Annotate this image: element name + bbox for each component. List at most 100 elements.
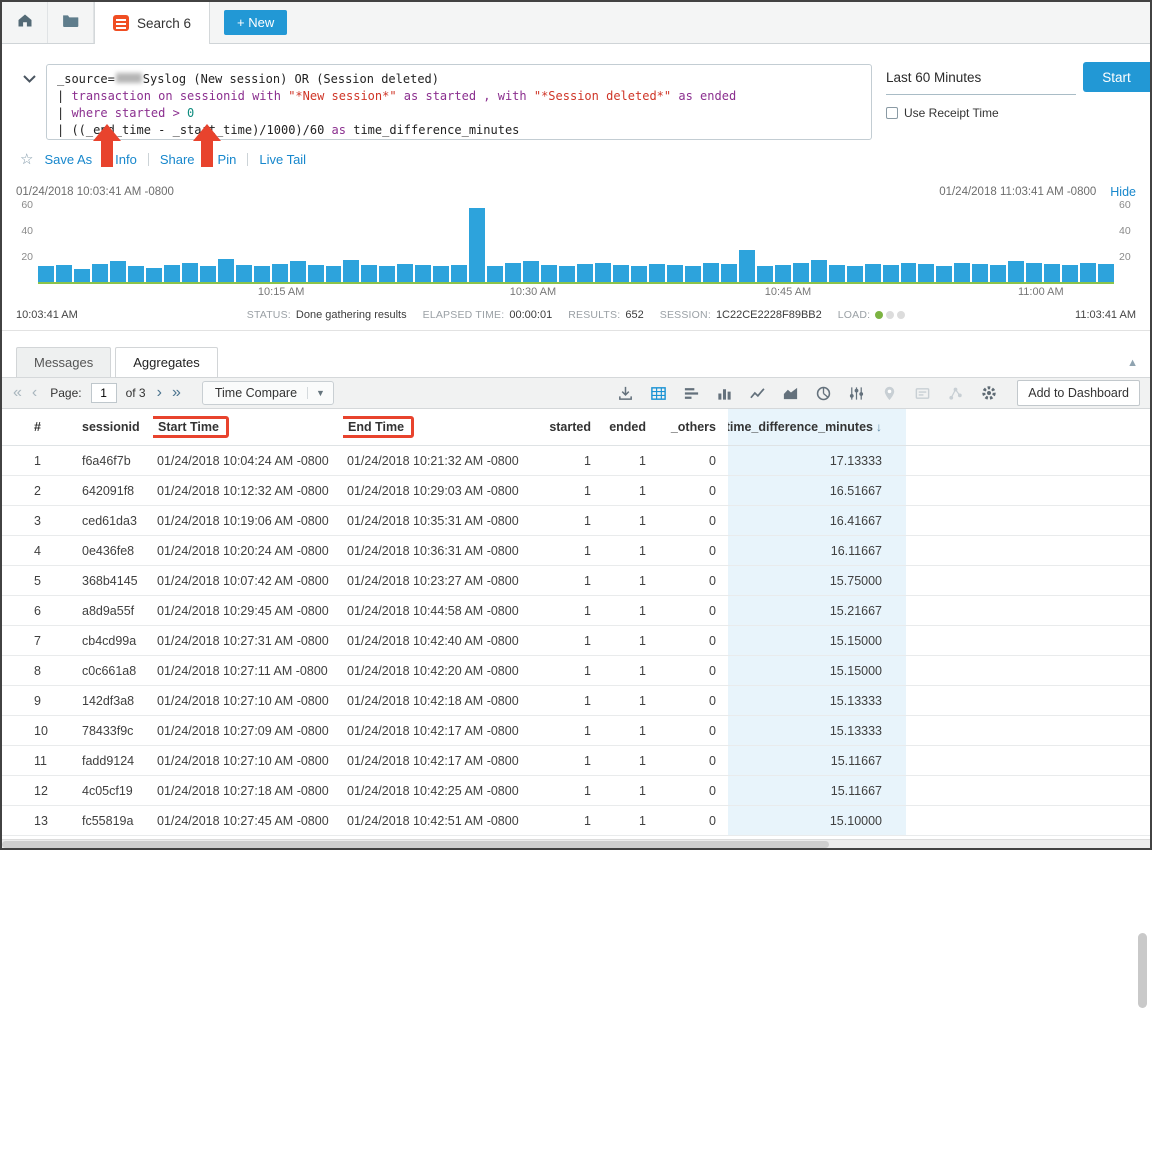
last-page-button[interactable]: » — [169, 385, 184, 401]
histogram-bar[interactable] — [164, 265, 180, 282]
table-row[interactable]: 2642091f801/24/2018 10:12:32 AM -080001/… — [2, 476, 1150, 506]
histogram-bar[interactable] — [1026, 263, 1042, 283]
histogram-bar[interactable] — [308, 265, 324, 282]
histogram-bar[interactable] — [326, 266, 342, 282]
histogram-bar[interactable] — [379, 266, 395, 282]
histogram-bar[interactable] — [487, 266, 503, 282]
save-as-link[interactable]: Save As — [44, 152, 92, 167]
histogram-bar[interactable] — [469, 208, 485, 282]
histogram-bar[interactable] — [56, 265, 72, 282]
table-row[interactable]: 1f6a46f7b01/24/2018 10:04:24 AM -080001/… — [2, 446, 1150, 476]
column-header-started[interactable]: started — [533, 420, 603, 434]
share-link[interactable]: Share — [160, 152, 195, 167]
histogram-bar[interactable] — [523, 261, 539, 282]
histogram-bar[interactable] — [703, 263, 719, 283]
histogram-bar[interactable] — [793, 263, 809, 283]
histogram-bar[interactable] — [847, 266, 863, 282]
histogram-bar[interactable] — [918, 264, 934, 282]
histogram-bar[interactable] — [200, 266, 216, 282]
histogram-bar[interactable] — [990, 265, 1006, 282]
column-header-start-time[interactable]: Start Time — [153, 416, 343, 438]
new-tab-button[interactable]: + New — [224, 10, 287, 35]
histogram-bar[interactable] — [541, 265, 557, 282]
table-row[interactable]: 8c0c661a801/24/2018 10:27:11 AM -080001/… — [2, 656, 1150, 686]
add-to-dashboard-button[interactable]: Add to Dashboard — [1017, 380, 1140, 406]
table-row[interactable]: 6a8d9a55f01/24/2018 10:29:45 AM -080001/… — [2, 596, 1150, 626]
histogram-bar[interactable] — [451, 265, 467, 282]
histogram-bar[interactable] — [865, 264, 881, 282]
collapse-panel-icon[interactable]: ▲ — [1127, 357, 1138, 369]
histogram-bar[interactable] — [613, 265, 629, 282]
histogram-bar[interactable] — [685, 266, 701, 282]
histogram-bar[interactable] — [559, 266, 575, 282]
histogram-chart[interactable]: 60 40 20 60 40 20 — [38, 204, 1114, 284]
histogram-bar[interactable] — [757, 266, 773, 282]
histogram-bar[interactable] — [721, 264, 737, 282]
horizontal-scrollbar[interactable] — [2, 839, 1150, 848]
start-search-button[interactable]: Start — [1083, 62, 1150, 92]
bar-rows-chart-icon[interactable] — [681, 383, 702, 404]
table-view-icon[interactable] — [648, 383, 669, 404]
table-row[interactable]: 124c05cf1901/24/2018 10:27:18 AM -080001… — [2, 776, 1150, 806]
page-input[interactable] — [91, 383, 117, 403]
search-query-input[interactable]: _source=Syslog (New session) OR (Session… — [46, 64, 872, 140]
histogram-bar[interactable] — [631, 266, 647, 282]
histogram-bar[interactable] — [1098, 264, 1114, 282]
table-row[interactable]: 40e436fe801/24/2018 10:20:24 AM -080001/… — [2, 536, 1150, 566]
column-header-others[interactable]: _others — [658, 420, 728, 434]
histogram-bar[interactable] — [649, 264, 665, 282]
histogram-bar[interactable] — [272, 264, 288, 282]
histogram-bar[interactable] — [901, 263, 917, 283]
histogram-bar[interactable] — [811, 260, 827, 282]
line-chart-icon[interactable] — [747, 383, 768, 404]
node-graph-icon[interactable] — [945, 383, 966, 404]
time-compare-dropdown[interactable]: Time Compare ▼ — [202, 381, 334, 405]
histogram-bar[interactable] — [936, 266, 952, 282]
use-receipt-time-checkbox[interactable] — [886, 107, 898, 119]
histogram-bar[interactable] — [218, 259, 234, 282]
histogram-bar[interactable] — [577, 264, 593, 282]
histogram-bar[interactable] — [290, 261, 306, 282]
map-pin-icon[interactable] — [879, 383, 900, 404]
histogram-bar[interactable] — [182, 263, 198, 283]
column-header-end-time[interactable]: End Time — [343, 416, 533, 438]
histogram-bar[interactable] — [38, 266, 54, 282]
histogram-bar[interactable] — [505, 263, 521, 283]
home-tab[interactable] — [2, 2, 48, 43]
table-row[interactable]: 9142df3a801/24/2018 10:27:10 AM -080001/… — [2, 686, 1150, 716]
sliders-icon[interactable] — [846, 383, 867, 404]
histogram-bar[interactable] — [739, 250, 755, 283]
time-range-dropdown[interactable]: Last 60 Minutes — [886, 70, 1076, 95]
tab-messages[interactable]: Messages — [16, 347, 111, 378]
column-header-ended[interactable]: ended — [603, 420, 658, 434]
library-tab[interactable] — [48, 2, 94, 43]
histogram-bar[interactable] — [972, 264, 988, 282]
scrollbar-thumb[interactable] — [1138, 933, 1147, 1008]
histogram-bar[interactable] — [954, 263, 970, 283]
sort-desc-icon[interactable]: ↓ — [876, 420, 882, 434]
scrollbar-thumb[interactable] — [2, 841, 829, 848]
histogram-bar[interactable] — [1062, 265, 1078, 282]
histogram-bar[interactable] — [883, 265, 899, 282]
histogram-bar[interactable] — [1044, 264, 1060, 282]
histogram-bar[interactable] — [110, 261, 126, 282]
histogram-bar[interactable] — [1008, 261, 1024, 282]
histogram-bar[interactable] — [775, 265, 791, 282]
tab-aggregates[interactable]: Aggregates — [115, 347, 218, 378]
column-header-sessionid[interactable]: sessionid — [68, 420, 153, 434]
histogram-bar[interactable] — [361, 265, 377, 282]
table-row[interactable]: 13fc55819a01/24/2018 10:27:45 AM -080001… — [2, 806, 1150, 836]
next-page-button[interactable]: › — [154, 385, 165, 401]
histogram-bar[interactable] — [92, 264, 108, 282]
prev-page-button[interactable]: ‹ — [29, 385, 40, 401]
favorite-star-icon[interactable]: ☆ — [20, 150, 33, 168]
tab-search-6[interactable]: Search 6 — [94, 2, 210, 44]
histogram-bar[interactable] — [415, 265, 431, 282]
histogram-bar[interactable] — [254, 266, 270, 282]
table-row[interactable]: 5368b414501/24/2018 10:07:42 AM -080001/… — [2, 566, 1150, 596]
pie-chart-icon[interactable] — [813, 383, 834, 404]
histogram-bar[interactable] — [1080, 263, 1096, 283]
column-chart-icon[interactable] — [714, 383, 735, 404]
column-header-time-difference[interactable]: time_difference_minutes↓ — [728, 409, 906, 445]
table-row[interactable]: 11fadd912401/24/2018 10:27:10 AM -080001… — [2, 746, 1150, 776]
